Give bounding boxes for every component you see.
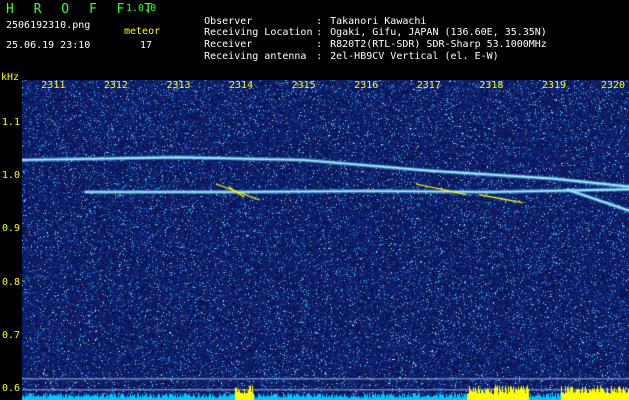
spectrogram-canvas (22, 80, 629, 400)
x-tick-label: 2319 (541, 80, 566, 91)
meteor-count: 17 (140, 40, 153, 51)
x-tick-label: 2315 (291, 80, 316, 91)
x-tick-label: 2320 (601, 80, 626, 91)
hrofft-window: H R O F F T 1.0.0 2506192310.png 25.06.1… (0, 0, 629, 400)
y-unit-label: kHz (1, 72, 20, 83)
x-tick-label: 2312 (103, 80, 128, 91)
x-tick-label: 2311 (41, 80, 66, 91)
info-value: 2el-HB9CV Vertical (el. E-W) (330, 51, 499, 62)
x-tick-label: 2314 (229, 80, 254, 91)
info-antenna: Receiving antenna:2el-HB9CV Vertical (el… (180, 40, 499, 73)
file-name: 2506192310.png (6, 20, 91, 31)
y-tick-label: 1.0 (2, 170, 21, 181)
y-tick-label: 0.7 (2, 330, 21, 341)
y-tick-label: 0.9 (2, 223, 21, 235)
info-separator: : (316, 51, 323, 62)
x-tick-label: 2313 (166, 80, 191, 91)
app-version: 1.0.0 (126, 3, 157, 14)
meteor-label: meteor (124, 26, 161, 37)
y-tick-label: 0.8 (2, 276, 21, 288)
y-tick-label: 1.1 (2, 116, 21, 128)
x-tick-label: 2317 (416, 80, 441, 91)
info-key: Receiving antenna (204, 51, 307, 62)
timestamp: 25.06.19 23:10 (6, 40, 91, 51)
x-tick-label: 2316 (354, 80, 379, 91)
y-tick-label: 0.6 (2, 383, 21, 395)
x-tick-label: 2318 (479, 80, 504, 91)
